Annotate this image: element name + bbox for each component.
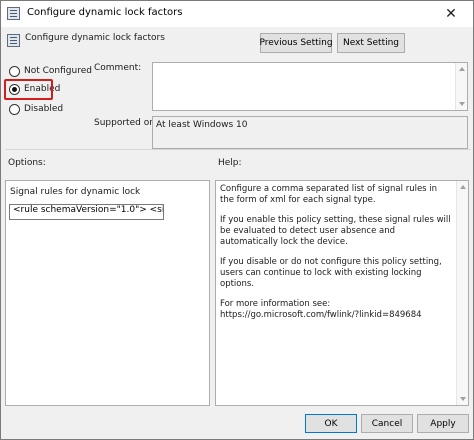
help-paragraph: Configure a comma separated list of sign…	[220, 184, 438, 205]
apply-button[interactable]: Apply	[417, 414, 469, 433]
help-paragraph: If you enable this policy setting, these…	[220, 215, 451, 247]
policy-icon	[7, 7, 20, 20]
help-paragraph: If you disable or do not configure this …	[220, 257, 442, 289]
cancel-button[interactable]: Cancel	[361, 414, 413, 433]
scroll-up-icon[interactable]	[460, 185, 466, 189]
options-label: Options:	[8, 158, 46, 168]
comment-textarea[interactable]	[152, 62, 468, 111]
radio-disabled[interactable]: Disabled	[9, 102, 63, 116]
setting-title: Configure dynamic lock factors	[25, 33, 165, 43]
radio-not-configured[interactable]: Not Configured	[9, 64, 92, 78]
help-paragraph: For more information see: https://go.mic…	[220, 299, 422, 320]
close-icon[interactable]: ✕	[429, 1, 473, 27]
radio-label: Disabled	[24, 104, 64, 114]
help-text: Configure a comma separated list of sign…	[220, 184, 452, 330]
window-title: Configure dynamic lock factors	[27, 7, 183, 18]
scroll-down-icon[interactable]	[460, 397, 466, 401]
comment-label: Comment:	[94, 63, 142, 73]
policy-dialog: Configure dynamic lock factors ✕ Configu…	[0, 0, 474, 440]
ok-button[interactable]: OK	[305, 414, 357, 433]
enabled-highlight-box	[4, 79, 53, 100]
scroll-up-icon[interactable]	[459, 67, 465, 71]
signal-rules-input[interactable]: <rule schemaVersion="1.0"> <signal typ	[9, 204, 164, 220]
supported-on-value: At least Windows 10	[152, 116, 468, 149]
radio-button[interactable]	[9, 103, 20, 115]
scroll-down-icon[interactable]	[459, 102, 465, 106]
help-label: Help:	[218, 158, 242, 168]
help-scrollbar[interactable]	[456, 181, 468, 405]
help-panel: Configure a comma separated list of sign…	[215, 180, 469, 406]
comment-scrollbar[interactable]	[455, 63, 467, 110]
options-panel: Signal rules for dynamic lock <rule sche…	[5, 180, 210, 406]
next-setting-button[interactable]: Next Setting	[337, 33, 405, 53]
options-heading: Signal rules for dynamic lock	[10, 187, 141, 197]
policy-icon	[7, 34, 20, 47]
supported-on-label: Supported on:	[94, 118, 158, 128]
divider	[5, 149, 471, 150]
radio-label: Not Configured	[24, 66, 92, 76]
radio-button[interactable]	[9, 65, 20, 77]
title-bar: Configure dynamic lock factors ✕	[1, 1, 473, 27]
previous-setting-button[interactable]: Previous Setting	[259, 33, 333, 53]
